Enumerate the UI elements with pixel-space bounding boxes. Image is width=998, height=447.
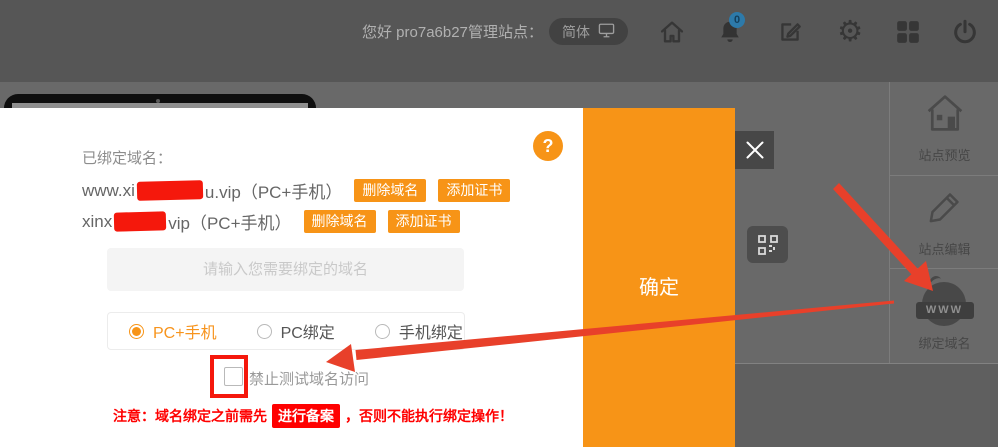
bind-mode-group: PC+手机 PC绑定 手机绑定 [107, 312, 465, 350]
top-bar: 您好 pro7a6b27 管理站点： 简体 [0, 0, 998, 82]
domain-text-prefix: xinx [82, 212, 112, 232]
sidebar-item-site-preview[interactable]: 站点预览 [890, 82, 998, 176]
domain-text-suffix: vip（PC+手机） [168, 209, 291, 234]
right-sidebar: 站点预览 站点编辑 WWW 绑定域名 [889, 82, 998, 363]
forbid-test-domain-label: 禁止测试域名访问 [249, 368, 369, 389]
manage-site-label: 管理站点： [468, 24, 543, 42]
radio-pc-and-mobile[interactable]: PC+手机 [129, 319, 217, 343]
radio-circle-icon [257, 324, 272, 339]
add-certificate-button[interactable]: 添加证书 [438, 179, 510, 202]
binding-note: 注意：域名绑定之前需先 进行备案 ，否则不能执行绑定操作！ [113, 404, 513, 428]
home-icon[interactable] [657, 17, 687, 47]
user-greeting: 您好 pro7a6b27 [362, 24, 468, 42]
sidebar-item-label: 绑定域名 [918, 333, 970, 352]
qr-code-button[interactable] [747, 226, 788, 263]
page-footer-band [735, 363, 998, 447]
domain-input[interactable] [107, 248, 464, 291]
add-certificate-button[interactable]: 添加证书 [388, 210, 460, 233]
notification-badge: 0 [729, 12, 745, 28]
radio-mobile-bind[interactable]: 手机绑定 [375, 319, 463, 343]
language-switch-button[interactable]: 简体 [549, 18, 628, 45]
www-globe-icon: WWW [922, 280, 968, 326]
bound-domains-label: 已绑定域名： [82, 147, 172, 168]
forbid-test-domain-checkbox[interactable] [224, 367, 243, 386]
radio-circle-icon [129, 324, 144, 339]
help-icon[interactable]: ? [533, 131, 563, 161]
sidebar-item-label: 站点预览 [918, 145, 970, 164]
domain-text-suffix: u.vip（PC+手机） [205, 178, 342, 203]
power-icon[interactable] [950, 17, 980, 47]
tablet-camera-dot [156, 99, 160, 103]
note-prefix: 注意：域名绑定之前需先 [113, 406, 267, 426]
sidebar-item-bind-domain[interactable]: WWW 绑定域名 [890, 269, 998, 363]
close-icon[interactable] [735, 131, 774, 169]
delete-domain-button[interactable]: 删除域名 [354, 179, 426, 202]
redaction-scribble [137, 180, 203, 201]
apps-grid-icon[interactable] [893, 17, 923, 47]
app-root: 您好 pro7a6b27 管理站点： 简体 [0, 0, 998, 447]
confirm-button-label[interactable]: 确定 [583, 271, 735, 300]
delete-domain-button[interactable]: 删除域名 [304, 210, 376, 233]
radio-pc-bind[interactable]: PC绑定 [257, 319, 335, 343]
sidebar-item-label: 站点编辑 [918, 239, 970, 258]
bound-domain-row: www.xi u.vip（PC+手机） 删除域名 添加证书 [82, 178, 510, 203]
domain-text-prefix: www.xi [82, 181, 135, 201]
language-label: 简体 [562, 22, 590, 42]
site-preview-home-icon [923, 93, 967, 138]
sidebar-item-site-edit[interactable]: 站点编辑 [890, 176, 998, 269]
edit-icon[interactable] [775, 17, 805, 47]
bound-domain-row: xinx vip（PC+手机） 删除域名 添加证书 [82, 209, 460, 234]
site-edit-pencil-icon [925, 187, 965, 232]
radio-circle-icon [375, 324, 390, 339]
settings-gear-icon[interactable]: ⚙ [835, 17, 865, 47]
monitor-icon [598, 23, 615, 41]
note-suffix: ，否则不能执行绑定操作！ [345, 406, 513, 426]
filing-link[interactable]: 进行备案 [272, 404, 340, 428]
redaction-scribble [114, 211, 166, 231]
